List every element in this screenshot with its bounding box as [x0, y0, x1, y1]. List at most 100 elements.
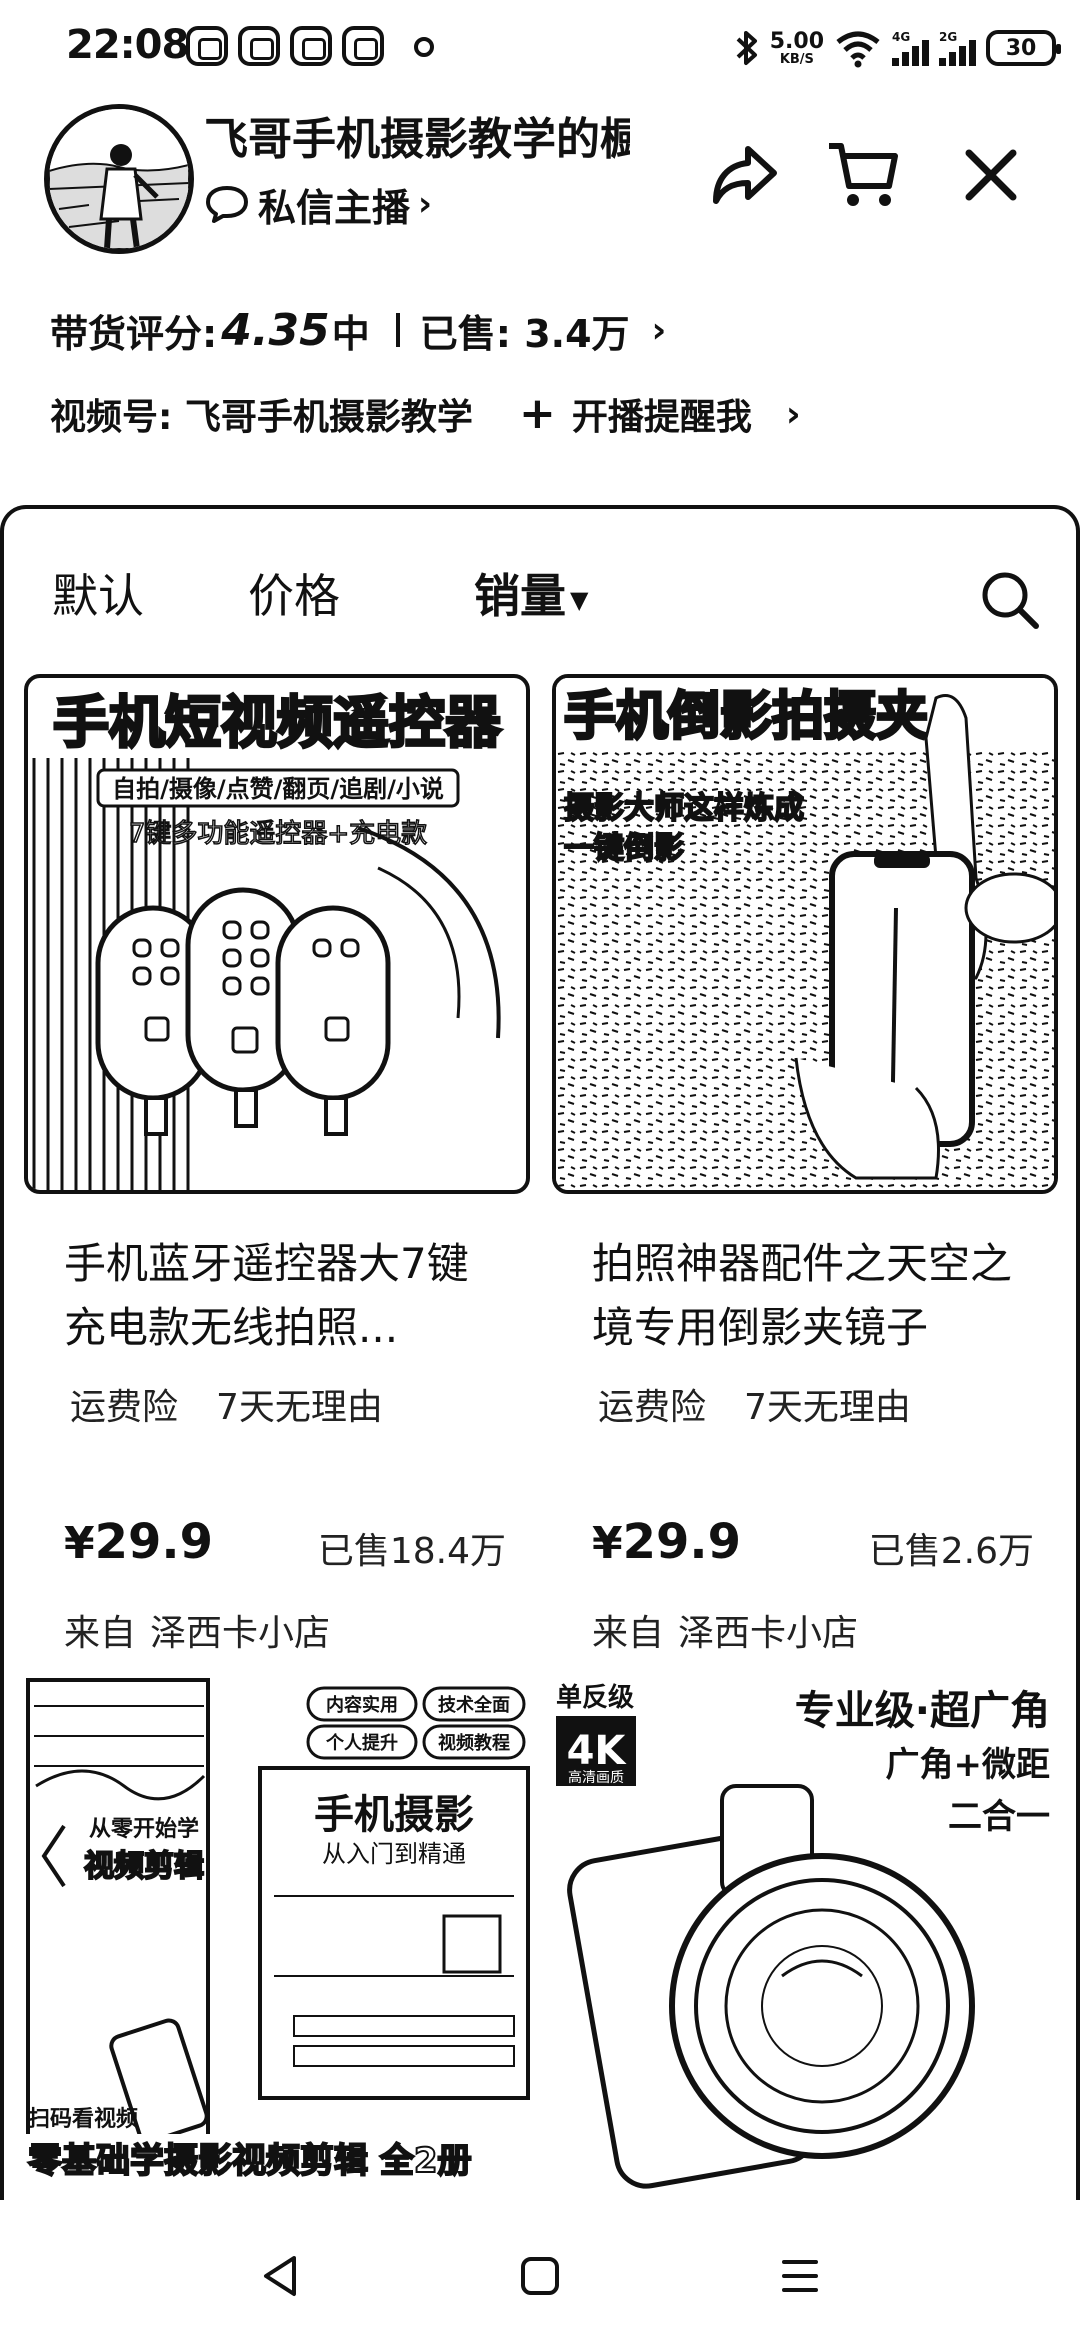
share-button[interactable] — [700, 130, 790, 220]
message-host-label: 私信主播 — [258, 185, 411, 230]
rating-level: 中 — [331, 311, 370, 356]
sort-price-tab[interactable]: 价格 — [248, 564, 340, 628]
sort-sales-tab[interactable]: 销量 ▼ — [474, 564, 588, 632]
battery-icon: 30 — [986, 30, 1061, 66]
home-button[interactable] — [500, 2236, 580, 2316]
product-card[interactable]: 手机倒影拍摄夹 摄影大师这样炼成 一键倒影 拍照神器配件之天空之境专用倒影夹镜子… — [552, 674, 1062, 1674]
store-from-label: 来自 — [592, 1613, 665, 1654]
back-button[interactable] — [240, 2236, 320, 2316]
chevron-right-icon: › — [651, 309, 667, 351]
image-headline: 手机短视频遥控器 — [53, 691, 502, 756]
chat-icon — [206, 186, 248, 223]
net-speed: 5.00 KB/S — [769, 28, 824, 67]
store-name: 泽西卡小店 — [150, 1613, 331, 1654]
status-bar: 22:08 5.00 KB/S 4G 2G 30 — [0, 0, 1080, 96]
live-remind-label: 开播提醒我 — [571, 397, 752, 438]
chevron-right-icon: › — [418, 184, 433, 224]
status-time: 22:08 — [66, 22, 189, 68]
image-headline: 专业级·超广角 — [795, 1688, 1050, 1734]
rating-label: 带货评分: — [50, 311, 218, 356]
bluetooth-icon — [736, 31, 757, 65]
product-title[interactable]: 拍照神器配件之天空之境专用倒影夹镜子 — [592, 1232, 1032, 1360]
divider — [395, 313, 400, 347]
sort-sales-label: 销量 — [474, 569, 566, 623]
cart-button[interactable] — [818, 130, 908, 220]
notification-app-icon — [238, 26, 280, 66]
product-price: ¥29.9 — [592, 1514, 741, 1570]
back-icon — [264, 2256, 296, 2296]
status-icons: 5.00 KB/S 4G 2G 30 — [734, 18, 1061, 78]
share-icon — [713, 146, 777, 204]
image-side-text: 从零开始学 — [89, 1816, 199, 1842]
rating-score: 4.35 — [221, 304, 330, 356]
system-nav-bar — [0, 2200, 1080, 2340]
product-tags: 运费险 7天无理由 — [70, 1378, 383, 1430]
price-value: 29.9 — [622, 1514, 742, 1570]
signal-1-label: 4G — [892, 30, 911, 44]
image-tag: 个人提升 — [325, 1732, 398, 1754]
menu-icon — [782, 2260, 818, 2292]
product-card[interactable]: 单反级 4K 高清画质 专业级·超广角 广角+微距 二合一 — [552, 1676, 1062, 2196]
product-store[interactable]: 来自 泽西卡小店 — [592, 1604, 858, 1656]
image-line-1: 摄影大师这样炼成 — [564, 791, 804, 826]
close-button[interactable] — [946, 130, 1036, 220]
plus-icon: + — [518, 388, 556, 439]
cart-icon — [829, 143, 898, 206]
product-store[interactable]: 来自 泽西卡小店 — [64, 1604, 330, 1656]
product-tag: 7天无理由 — [744, 1387, 911, 1428]
notification-app-icon — [342, 26, 384, 66]
currency-symbol: ¥ — [64, 1518, 95, 1569]
image-side-title: 视频剪辑 — [84, 1849, 204, 1884]
currency-symbol: ¥ — [592, 1518, 623, 1569]
image-book-title: 手机摄影 — [314, 1792, 474, 1838]
image-badge-top: 单反级 — [556, 1682, 634, 1713]
live-remind-button[interactable]: + 开播提醒我 — [519, 388, 752, 440]
signal-2-label: 2G — [939, 30, 958, 44]
product-image[interactable]: 手机短视频遥控器 自拍/摄像/点赞/翻页/追剧/小说 7键多功能遥控器+充电款 — [24, 674, 530, 1194]
wifi-icon — [836, 31, 880, 68]
price-value: 29.9 — [94, 1514, 214, 1570]
store-name: 泽西卡小店 — [678, 1613, 859, 1654]
product-image[interactable]: 手机倒影拍摄夹 摄影大师这样炼成 一键倒影 — [552, 674, 1058, 1194]
image-line-1: 广角+微距 — [886, 1745, 1051, 1785]
sort-bar: 默认 价格 销量 ▼ — [0, 540, 1080, 650]
signal-icon: 2G — [939, 30, 976, 66]
sort-default-tab[interactable]: 默认 — [52, 564, 144, 628]
menu-button[interactable] — [760, 2236, 840, 2316]
product-card[interactable]: 从零开始学 视频剪辑 内容实用 技术全面 个人提升 视频教程 手机摄影 从入门到… — [24, 1676, 534, 2196]
product-sold-count: 已售2.6万 — [868, 1531, 1034, 1572]
product-tags: 运费险 7天无理由 — [598, 1378, 911, 1430]
caret-down-icon: ▼ — [570, 585, 589, 614]
shop-rating-row[interactable]: 带货评分: 4.35 中 已售: 3.4万 › — [50, 300, 666, 360]
product-image[interactable]: 单反级 4K 高清画质 专业级·超广角 广角+微距 二合一 — [552, 1676, 1058, 2196]
product-title[interactable]: 手机蓝牙遥控器大7键充电款无线拍照... — [64, 1232, 504, 1360]
shop-name: 飞哥手机摄影教学的橱窗 — [204, 114, 630, 165]
shop-avatar[interactable] — [44, 104, 194, 254]
net-speed-value: 5.00 — [769, 28, 824, 54]
video-channel-label[interactable]: 视频号: 飞哥手机摄影教学 — [50, 388, 473, 440]
close-icon — [965, 149, 1017, 201]
product-card[interactable]: 手机短视频遥控器 自拍/摄像/点赞/翻页/追剧/小说 7键多功能遥控器+充电款 — [24, 674, 534, 1674]
product-tag: 运费险 — [598, 1387, 707, 1428]
image-headline: 手机倒影拍摄夹 — [564, 687, 928, 747]
product-image[interactable]: 从零开始学 视频剪辑 内容实用 技术全面 个人提升 视频教程 手机摄影 从入门到… — [24, 1676, 530, 2196]
image-tag: 视频教程 — [438, 1732, 510, 1754]
product-tag: 7天无理由 — [216, 1387, 383, 1428]
home-icon — [521, 2257, 559, 2295]
notification-app-icon — [290, 26, 332, 66]
product-sold-count: 已售18.4万 — [317, 1531, 506, 1572]
net-speed-unit: KB/S — [779, 51, 814, 67]
image-bottom-text: 零基础学摄影视频剪辑 全2册 — [28, 2141, 472, 2181]
store-from-label: 来自 — [64, 1613, 137, 1654]
search-button[interactable] — [970, 560, 1050, 640]
message-host-link[interactable]: 私信主播 › — [204, 176, 432, 232]
product-price: ¥29.9 — [64, 1514, 213, 1570]
signal-icon: 4G — [892, 30, 929, 66]
chevron-right-icon[interactable]: › — [786, 394, 801, 435]
image-book-subtitle: 从入门到精通 — [322, 1840, 466, 1868]
image-badge-4k: 4K — [567, 1728, 628, 1774]
image-tag: 技术全面 — [438, 1694, 510, 1716]
product-tag: 运费险 — [70, 1387, 179, 1428]
image-desc: 7键多功能遥控器+充电款 — [129, 819, 427, 849]
notification-dot-icon — [414, 37, 434, 57]
